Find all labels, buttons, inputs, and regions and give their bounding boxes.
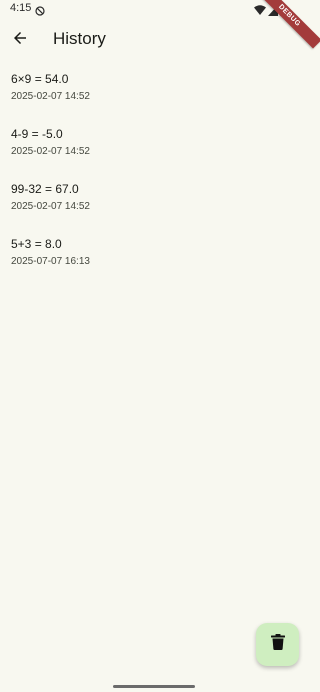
history-item[interactable]: 6×9 = 54.0 2025-02-07 14:52	[0, 62, 307, 117]
delete-icon	[270, 634, 285, 655]
status-bar: 4:15	[0, 0, 307, 18]
status-time: 4:15	[10, 2, 32, 14]
history-expression: 99-32 = 67.0	[11, 182, 79, 196]
clear-history-button[interactable]	[256, 623, 299, 666]
dnd-icon	[35, 3, 45, 16]
history-item[interactable]: 5+3 = 8.0 2025-07-07 16:13	[0, 227, 307, 282]
history-timestamp: 2025-02-07 14:52	[11, 146, 90, 157]
back-button[interactable]	[4, 24, 36, 56]
app-bar: History	[0, 18, 307, 62]
history-item[interactable]: 4-9 = -5.0 2025-02-07 14:52	[0, 117, 307, 172]
history-timestamp: 2025-02-07 14:52	[11, 91, 90, 102]
history-expression: 5+3 = 8.0	[11, 237, 62, 251]
wifi-icon	[254, 3, 266, 15]
arrow-back-icon	[11, 29, 29, 52]
home-indicator[interactable]	[113, 685, 195, 688]
history-timestamp: 2025-07-07 16:13	[11, 256, 90, 267]
history-item[interactable]: 99-32 = 67.0 2025-02-07 14:52	[0, 172, 307, 227]
history-timestamp: 2025-02-07 14:52	[11, 201, 90, 212]
page-title: History	[53, 29, 106, 48]
history-expression: 6×9 = 54.0	[11, 72, 69, 86]
history-expression: 4-9 = -5.0	[11, 127, 63, 141]
history-list: 6×9 = 54.0 2025-02-07 14:52 4-9 = -5.0 2…	[0, 62, 307, 282]
